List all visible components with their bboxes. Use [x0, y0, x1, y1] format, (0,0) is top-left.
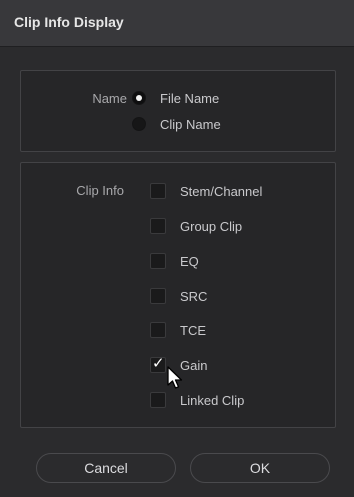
checkbox[interactable] [150, 392, 166, 408]
checkbox[interactable] [150, 183, 166, 199]
dialog-title: Clip Info Display [14, 14, 124, 30]
checkbox-linked-clip[interactable]: Linked Clip [150, 390, 244, 410]
ok-button[interactable]: OK [190, 453, 330, 483]
checkbox-checked[interactable]: ✓ [150, 355, 166, 373]
checkbox-src[interactable]: SRC [150, 286, 207, 306]
mouse-pointer-icon [167, 366, 183, 389]
checkbox-label-tce: TCE [180, 322, 206, 338]
checkbox-eq[interactable]: EQ [150, 251, 199, 271]
name-panel [20, 70, 336, 152]
checkbox-label-src: SRC [180, 288, 208, 304]
clip-info-section-label: Clip Info [76, 183, 124, 198]
checkbox-label-eq: EQ [180, 253, 199, 269]
radio-button-selected[interactable] [132, 91, 146, 105]
radio-label-clip-name: Clip Name [160, 116, 221, 132]
radio-file-name[interactable]: File Name [132, 88, 219, 108]
checkbox[interactable] [150, 288, 166, 304]
checkbox[interactable] [150, 218, 166, 234]
checkbox-label-linked-clip: Linked Clip [180, 392, 245, 408]
checkbox-tce[interactable]: TCE [150, 320, 206, 340]
checkbox-stem-channel[interactable]: Stem/Channel [150, 181, 262, 201]
checkbox-label-gain: Gain [180, 357, 208, 373]
radio-clip-name[interactable]: Clip Name [132, 114, 221, 134]
radio-label-file-name: File Name [160, 90, 220, 106]
name-section-label: Name [92, 91, 127, 106]
radio-button[interactable] [132, 117, 146, 131]
dialog-titlebar[interactable]: Clip Info Display [0, 0, 354, 47]
clip-info-display-dialog: Clip Info Display Name File Name Clip Na… [0, 0, 354, 497]
check-icon: ✓ [152, 355, 165, 372]
cancel-button[interactable]: Cancel [36, 453, 176, 483]
checkbox-label-stem-channel: Stem/Channel [180, 183, 263, 199]
checkbox[interactable] [150, 322, 166, 338]
checkbox-label-group-clip: Group Clip [180, 218, 243, 234]
checkbox-group-clip[interactable]: Group Clip [150, 216, 242, 236]
checkbox[interactable] [150, 253, 166, 269]
